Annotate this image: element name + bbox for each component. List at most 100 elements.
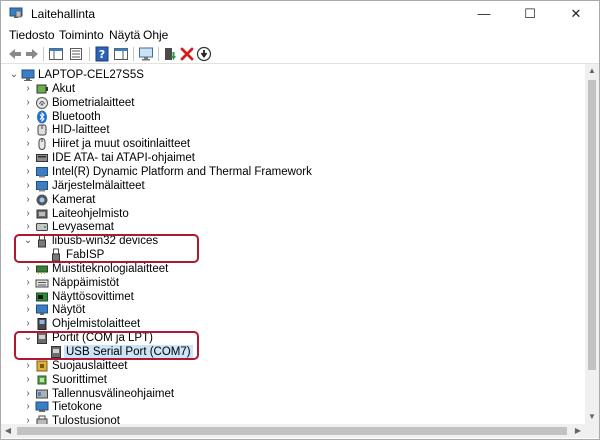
tree-category-tulostusjonot[interactable]: › Tulostusjonot: [1, 414, 585, 424]
tree-category-ide-ata-tai-atapi-ohjaimet[interactable]: › IDE ATA- tai ATAPI-ohjaimet: [1, 151, 585, 165]
close-button[interactable]: ✕: [553, 1, 599, 27]
expand-arrow-icon[interactable]: ›: [23, 360, 33, 372]
toolbar: ?: [1, 45, 599, 64]
back-arrow-icon[interactable]: [7, 46, 23, 62]
tree-category-hid-laitteet[interactable]: › HID-laitteet: [1, 123, 585, 137]
show-hide-console-tree-icon[interactable]: [48, 46, 64, 62]
security-device-icon: [36, 360, 48, 372]
vertical-scrollbar[interactable]: ▲ ▼: [585, 64, 599, 424]
vertical-scroll-thumb[interactable]: [588, 80, 596, 370]
scroll-down-icon[interactable]: ▼: [585, 410, 599, 424]
tree-item-label: HID-laitteet: [52, 124, 110, 137]
tree-category-suorittimet[interactable]: › Suorittimet: [1, 373, 585, 387]
tree-category-hiiret-ja-muut-osoitinlaitteet[interactable]: › Hiiret ja muut osoitinlaitteet: [1, 137, 585, 151]
maximize-button[interactable]: ☐: [507, 1, 553, 27]
expand-arrow-icon[interactable]: ›: [23, 180, 33, 192]
tree-item-label: Intel(R) Dynamic Platform and Thermal Fr…: [52, 165, 312, 178]
collapse-arrow-icon[interactable]: ⌄: [23, 235, 33, 247]
expand-arrow-icon[interactable]: ›: [23, 83, 33, 95]
tree-item-label: USB Serial Port (COM7): [64, 345, 193, 359]
tree-category-ohjelmistolaitteet[interactable]: › Ohjelmistolaitteet: [1, 317, 585, 331]
expand-arrow-icon[interactable]: ›: [23, 374, 33, 386]
tree-category-bluetooth[interactable]: › Bluetooth: [1, 110, 585, 124]
horizontal-scroll-thumb[interactable]: [17, 427, 567, 435]
tree-root-row[interactable]: ⌄ LAPTOP-CEL27S5S: [1, 68, 585, 82]
tree-item-label: libusb-win32 devices: [52, 235, 159, 248]
expand-arrow-icon[interactable]: ›: [23, 152, 33, 164]
collapse-arrow-icon[interactable]: ⌄: [23, 332, 33, 344]
expand-arrow-icon[interactable]: ›: [23, 166, 33, 178]
scroll-up-icon[interactable]: ▲: [585, 64, 599, 78]
expand-arrow-icon[interactable]: ›: [23, 291, 33, 303]
expand-arrow-icon[interactable]: ›: [23, 277, 33, 289]
expand-arrow-icon[interactable]: ›: [23, 194, 33, 206]
tree-item-label: Portit (COM ja LPT): [52, 332, 153, 345]
tree-item-label: Suojauslaitteet: [52, 359, 128, 372]
tree-category-portit-com-ja-lpt[interactable]: ⌄ Portit (COM ja LPT): [1, 331, 585, 345]
expand-arrow-icon[interactable]: ›: [23, 221, 33, 233]
scroll-left-icon[interactable]: ◀: [1, 424, 15, 438]
collapse-arrow-icon[interactable]: ⌄: [9, 69, 19, 81]
expand-arrow-icon[interactable]: ›: [23, 111, 33, 123]
tree-item-label: Muistiteknologialaitteet: [52, 262, 169, 275]
tree-category-järjestelmälaitteet[interactable]: › Järjestelmälaitteet: [1, 179, 585, 193]
tree-item-label: Tallennusvälineohjaimet: [52, 387, 175, 400]
tree-item-label: Biometrialaitteet: [52, 96, 135, 109]
tree-category-levyasemat[interactable]: › Levyasemat: [1, 220, 585, 234]
system-device-icon: [36, 180, 48, 192]
tree-category-intel-r-dynamic-platform-and-thermal-framework[interactable]: › Intel(R) Dynamic Platform and Thermal F…: [1, 165, 585, 179]
uninstall-device-icon[interactable]: [179, 46, 195, 62]
tree-root-label: LAPTOP-CEL27S5S: [38, 69, 144, 81]
device-tree[interactable]: ⌄ LAPTOP-CEL27S5S › Akut › Biometrialaittee…: [1, 64, 585, 424]
minimize-button[interactable]: —: [461, 1, 507, 27]
help-icon[interactable]: ?: [94, 46, 110, 62]
horizontal-scrollbar[interactable]: ◀ ▶: [1, 424, 585, 438]
properties-icon[interactable]: [68, 46, 84, 62]
forward-arrow-icon[interactable]: [24, 46, 40, 62]
menu-toiminto[interactable]: Toiminto: [59, 28, 104, 42]
expand-arrow-icon[interactable]: ›: [23, 124, 33, 136]
processor-icon: [37, 375, 47, 385]
tree-category-näppäimistöt[interactable]: › Näppäimistöt: [1, 276, 585, 290]
expand-arrow-icon[interactable]: ›: [23, 304, 33, 316]
tree-category-kamerat[interactable]: › Kamerat: [1, 193, 585, 207]
tree-item-label: Suorittimet: [52, 373, 107, 386]
tree-item-label: Ohjelmistolaitteet: [52, 318, 141, 331]
battery-icon: [36, 84, 48, 94]
tree-category-näyttösovittimet[interactable]: › Näyttösovittimet: [1, 290, 585, 304]
software-device-icon: [37, 318, 47, 331]
usb-device-icon: [52, 248, 60, 262]
scan-hardware-icon[interactable]: [138, 46, 154, 62]
expand-arrow-icon[interactable]: ›: [23, 401, 33, 413]
tree-device-usb-serial-port-com7[interactable]: USB Serial Port (COM7): [1, 345, 585, 359]
tree-category-akut[interactable]: › Akut: [1, 82, 585, 96]
tree-item-label: Laiteohjelmisto: [52, 207, 129, 220]
title-bar: Laitehallinta — ☐ ✕: [1, 1, 599, 27]
menu-ohje[interactable]: Ohje: [143, 28, 168, 42]
action-pane-icon[interactable]: [113, 46, 129, 62]
menu-nayta[interactable]: Näytä: [109, 28, 140, 42]
tree-category-libusb-win32-devices[interactable]: ⌄ libusb-win32 devices: [1, 234, 585, 248]
update-driver-icon[interactable]: [162, 46, 178, 62]
expand-arrow-icon[interactable]: ›: [23, 208, 33, 220]
tree-category-laiteohjelmisto[interactable]: › Laiteohjelmisto: [1, 207, 585, 221]
tree-category-suojauslaitteet[interactable]: › Suojauslaitteet: [1, 359, 585, 373]
tree-category-muistiteknologialaitteet[interactable]: › Muistiteknologialaitteet: [1, 262, 585, 276]
tree-category-tietokone[interactable]: › Tietokone: [1, 400, 585, 414]
scroll-right-icon[interactable]: ▶: [571, 424, 585, 438]
menu-tiedosto[interactable]: Tiedosto: [9, 28, 55, 42]
expand-arrow-icon[interactable]: ›: [23, 97, 33, 109]
expand-arrow-icon[interactable]: ›: [23, 263, 33, 275]
expand-arrow-icon[interactable]: ›: [23, 415, 33, 424]
tree-device-fabisp[interactable]: FabISP: [1, 248, 585, 262]
expand-arrow-icon[interactable]: ›: [23, 388, 33, 400]
tree-item-label: FabISP: [66, 249, 105, 262]
tree-category-tallennusvälineohjaimet[interactable]: › Tallennusvälineohjaimet: [1, 387, 585, 401]
tree-category-näytöt[interactable]: › Näytöt: [1, 303, 585, 317]
expand-arrow-icon[interactable]: ›: [23, 138, 33, 150]
expand-arrow-icon[interactable]: ›: [23, 318, 33, 330]
tree-category-biometrialaitteet[interactable]: › Biometrialaitteet: [1, 96, 585, 110]
hid-device-icon: [37, 124, 47, 136]
port-icon: [37, 332, 47, 345]
disable-device-icon[interactable]: [196, 46, 212, 62]
